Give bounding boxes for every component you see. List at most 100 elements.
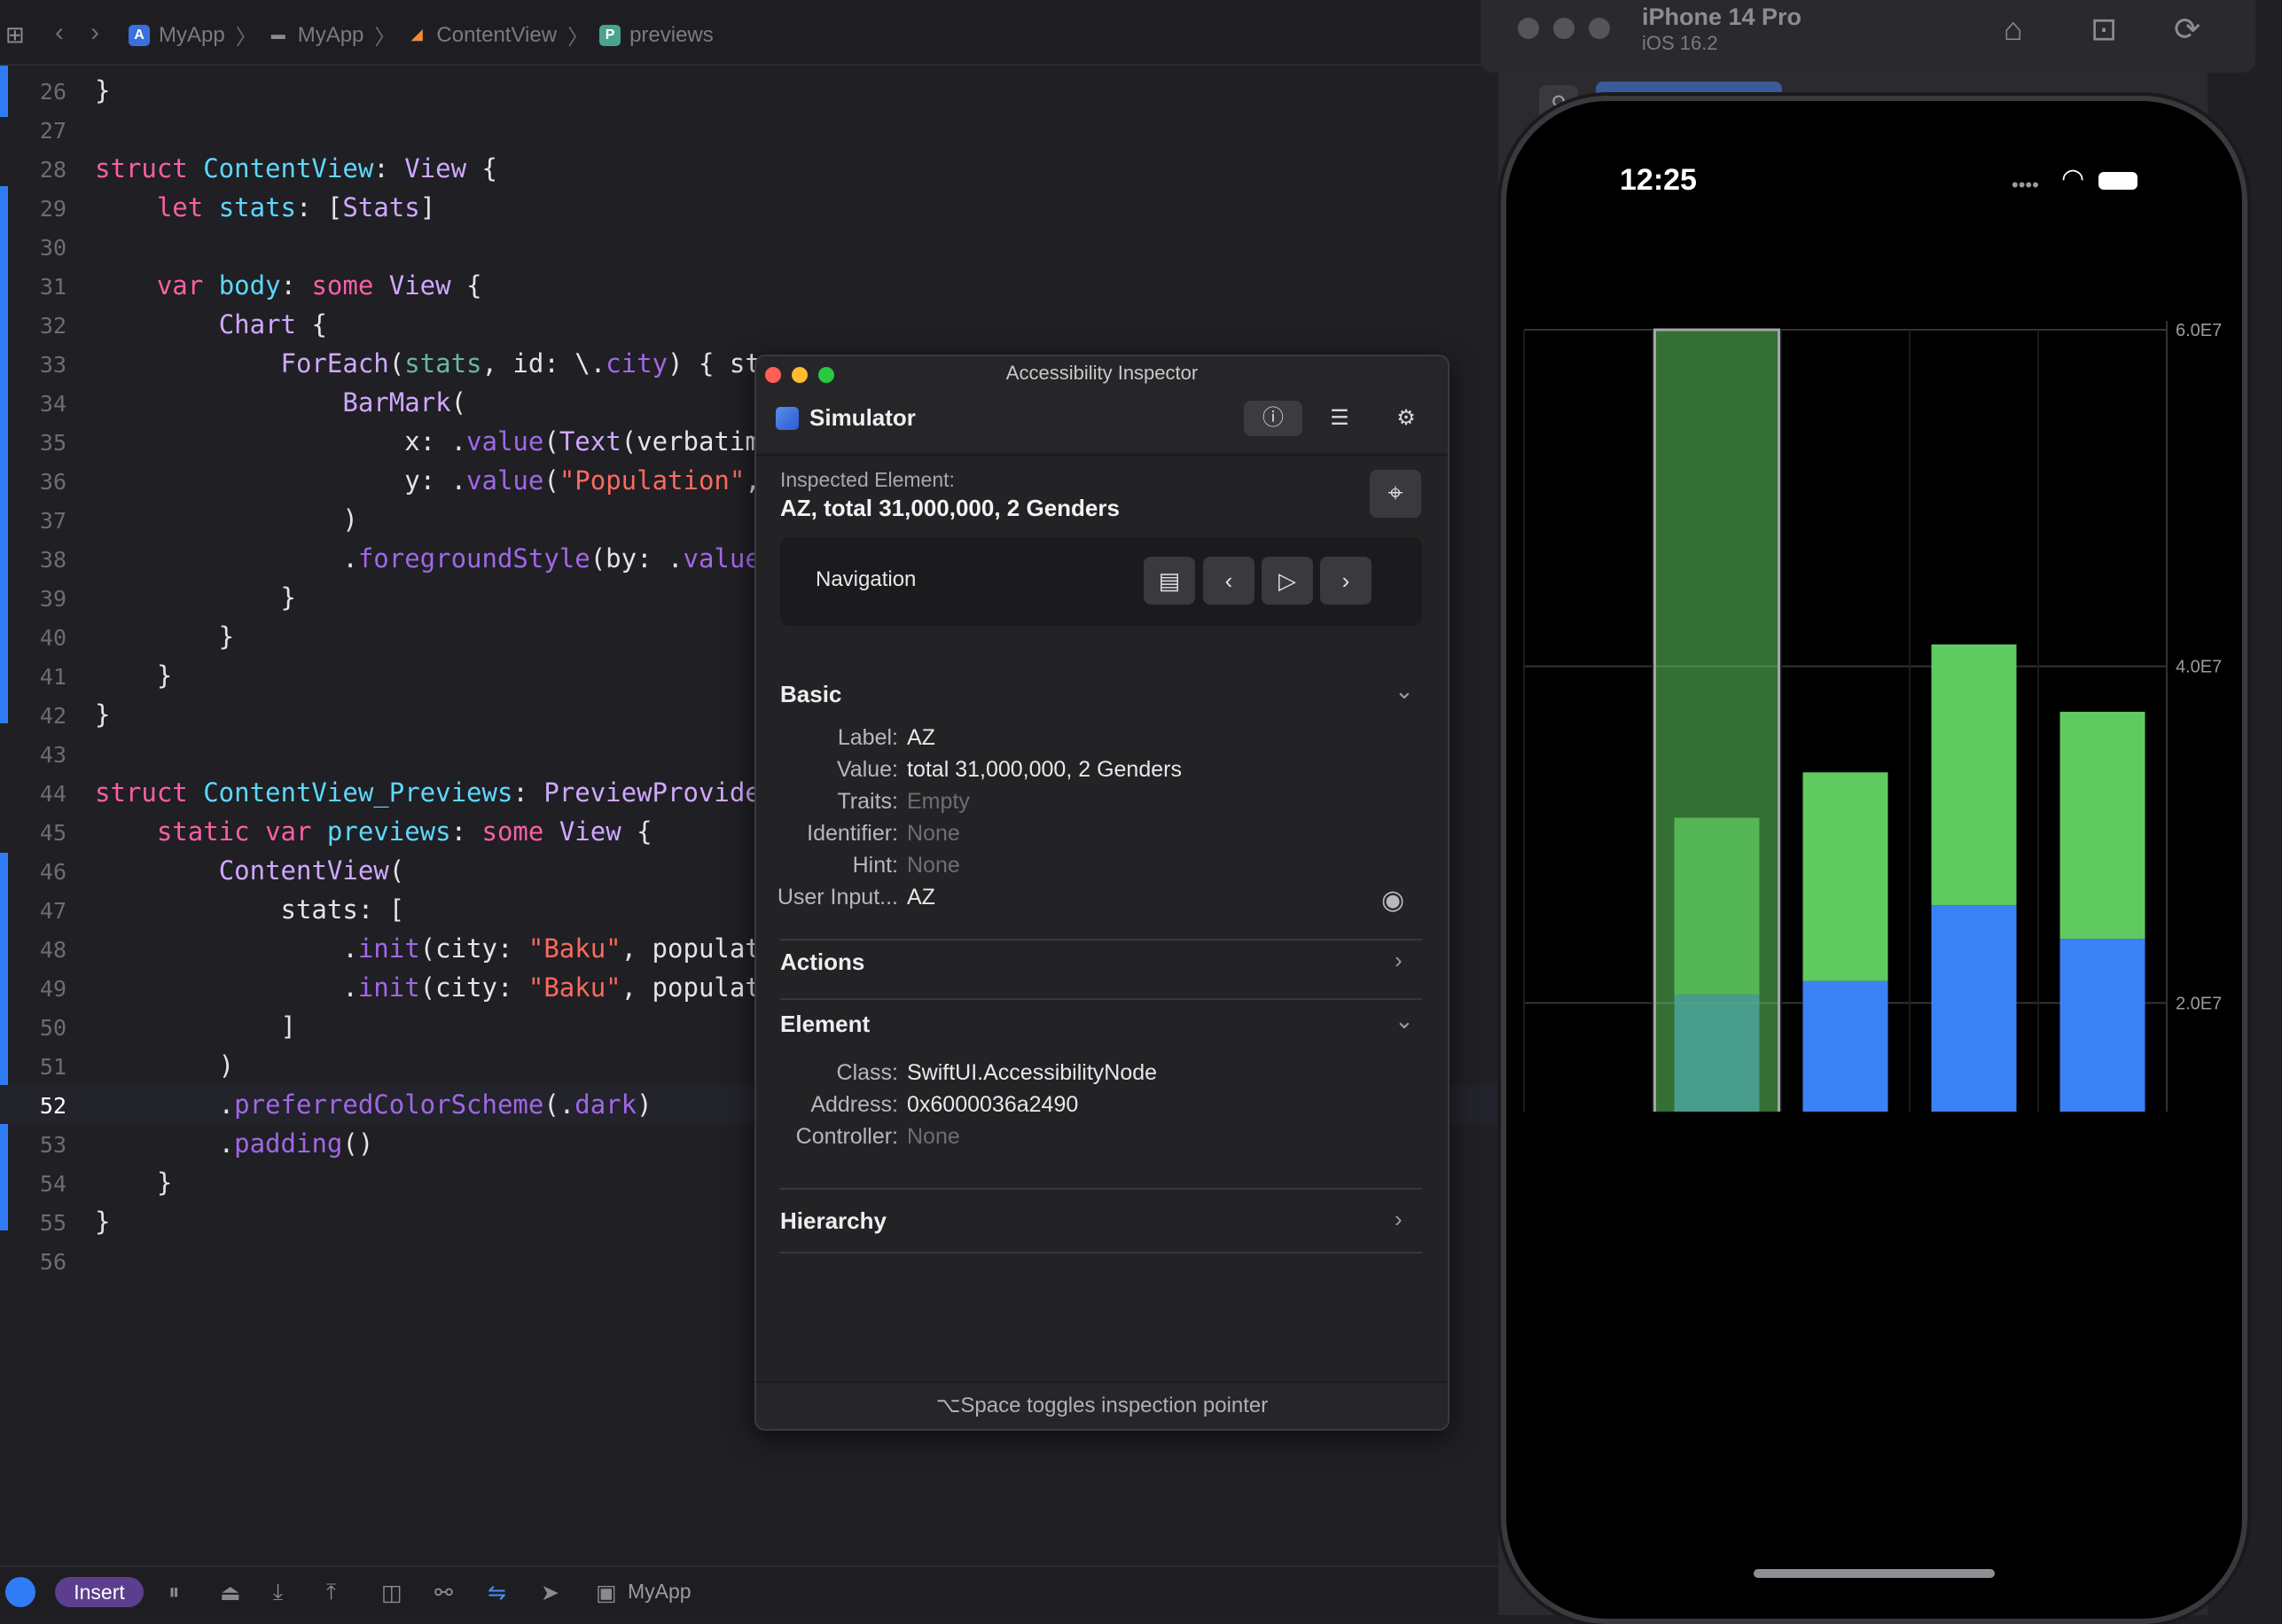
code-token: let [156,192,219,223]
accessibility-inspector-window: Accessibility Inspector Simulator ⓘ ☰ ⚙ … [754,355,1450,1431]
code-line[interactable]: 26} [0,71,111,110]
code-line[interactable]: 37 ) [0,500,358,539]
property-value: total 31,000,000, 2 Genders [907,757,1182,782]
simulate-location-icon[interactable]: ➤ [541,1580,559,1606]
line-number: 39 [39,586,66,612]
home-icon[interactable]: ⌂ [2004,11,2023,48]
code-line[interactable]: 39 } [0,578,296,617]
code-line[interactable]: 28 struct ContentView: View { [0,149,497,188]
eye-icon[interactable]: ◉ [1381,885,1404,916]
code-line[interactable]: 51 ) [0,1046,234,1085]
line-number: 31 [39,274,66,300]
code-line[interactable]: 56 [0,1241,66,1280]
inspection-pointer-crosshair-icon[interactable]: ⌖ [1370,470,1421,518]
breakpoints-toggle-icon[interactable] [5,1577,35,1607]
code-token: } [95,699,111,730]
close-window-button[interactable] [1518,18,1539,39]
property-key: Class: [836,1060,898,1085]
code-line[interactable]: 49 .init(city: "Baku", populat [0,968,761,1007]
code-line[interactable]: 30 [0,227,66,266]
line-number: 32 [39,313,66,339]
target-chooser[interactable]: Simulator [776,404,916,432]
line-number: 40 [39,625,66,651]
breadcrumb-file[interactable]: ◢ ContentView [406,23,557,48]
line-number: 47 [39,898,66,924]
code-line[interactable]: 29 let stats: [Stats] [0,188,435,227]
code-line[interactable]: 44 struct ContentView_Previews: PreviewPr… [0,773,761,812]
preview-tab[interactable] [1596,82,1782,94]
settings-tab-sliders-icon[interactable]: ⚙ [1377,401,1435,436]
environment-overrides-icon[interactable]: ⇋ [488,1580,506,1606]
code-line[interactable]: 35 x: .value(Text(verbatim [0,422,761,461]
code-line[interactable]: 50 ] [0,1007,296,1046]
y-tick-label: 6.0E7 [2176,321,2222,340]
element-section-header[interactable]: Element [780,1011,870,1038]
title-bar[interactable]: Accessibility Inspector [756,356,1448,384]
code-line[interactable]: 41 } [0,656,172,695]
breadcrumb-project[interactable]: A MyApp [129,23,225,48]
code-line[interactable]: 46 ContentView( [0,851,404,890]
code-line[interactable]: 32 Chart { [0,305,327,344]
code-line[interactable]: 43 [0,734,66,773]
code-line[interactable]: 47 stats: [ [0,890,404,929]
property-value: AZ [907,885,935,910]
breadcrumb-folder[interactable]: ▬ MyApp [268,23,364,48]
code-line[interactable]: 38 .foregroundStyle(by: .value [0,539,761,578]
code-line[interactable]: 33 ForEach(stats, id: \.city) { st [0,344,761,383]
step-into-icon[interactable]: ⤓ [273,1580,283,1605]
divider [780,1188,1422,1190]
pause-icon[interactable]: ⏸ [168,1580,180,1605]
memory-graph-icon[interactable]: ⚯ [434,1580,453,1606]
code-line[interactable]: 42} [0,695,111,734]
basic-section-header[interactable]: Basic [780,681,841,708]
auto-navigate-play-icon[interactable]: ▷ [1262,557,1313,605]
back-chevron-icon[interactable]: ‹ [55,18,64,48]
code-line[interactable]: 36 y: .value("Population", [0,461,761,500]
population-bar-chart[interactable]: 02.0E74.0E76.0E7ABAZNCAVBYmalefemale [1506,225,2242,1112]
code-token: ] [419,192,436,223]
code-line[interactable]: 40 } [0,617,234,656]
hierarchy-section-header[interactable]: Hierarchy [780,1207,887,1235]
line-number: 45 [39,820,66,846]
minimize-window-button[interactable] [1553,18,1575,39]
forward-chevron-icon[interactable]: › [90,18,99,48]
code-line[interactable]: 48 .init(city: "Baku", populat [0,929,761,968]
actions-section-header[interactable]: Actions [780,949,864,976]
code-token: , populat [621,972,761,1003]
code-text: y: .value("Population", [95,461,761,500]
code-token: ) { st [668,348,761,379]
next-element-icon[interactable]: › [1320,557,1372,605]
debug-view-hierarchy-icon[interactable]: ◫ [381,1580,402,1606]
code-line[interactable]: 27 [0,110,66,149]
step-over-icon[interactable]: ⏏ [220,1580,241,1606]
code-token: PreviewProvide [543,777,761,808]
line-number: 54 [39,1171,66,1197]
code-line[interactable]: 34 BarMark( [0,383,466,422]
breadcrumb-symbol[interactable]: P previews [599,23,714,48]
speech-bubble-icon[interactable]: ▤ [1144,557,1195,605]
breadcrumb-label: MyApp [297,22,364,47]
code-line[interactable]: 54 } [0,1163,172,1202]
chevron-down-icon[interactable]: ⌄ [1395,1007,1414,1035]
chevron-right-icon[interactable]: › [1395,1206,1403,1233]
chevron-right-icon[interactable]: › [1395,947,1403,974]
code-line[interactable]: 31 var body: some View { [0,266,482,305]
chevron-down-icon[interactable]: ⌄ [1395,677,1414,705]
zoom-window-button[interactable] [1589,18,1610,39]
step-out-icon[interactable]: ⤒ [326,1580,336,1605]
previous-element-icon[interactable]: ‹ [1203,557,1254,605]
code-line[interactable]: 45 static var previews: some View { [0,812,653,851]
bar-segment-female [2059,711,2145,940]
inspection-tab-info-icon[interactable]: ⓘ [1244,401,1302,436]
rotate-icon[interactable]: ⟳ [2174,11,2200,48]
related-items-grid-icon[interactable]: ⊞ [5,21,25,49]
home-indicator[interactable] [1754,1569,1995,1578]
code-line[interactable]: 53 .padding() [0,1124,373,1163]
audit-tab-icon[interactable]: ☰ [1310,401,1369,436]
code-line[interactable]: 55} [0,1202,111,1241]
screenshot-camera-icon[interactable]: ⊡ [2091,11,2117,48]
code-token: } [95,621,235,652]
